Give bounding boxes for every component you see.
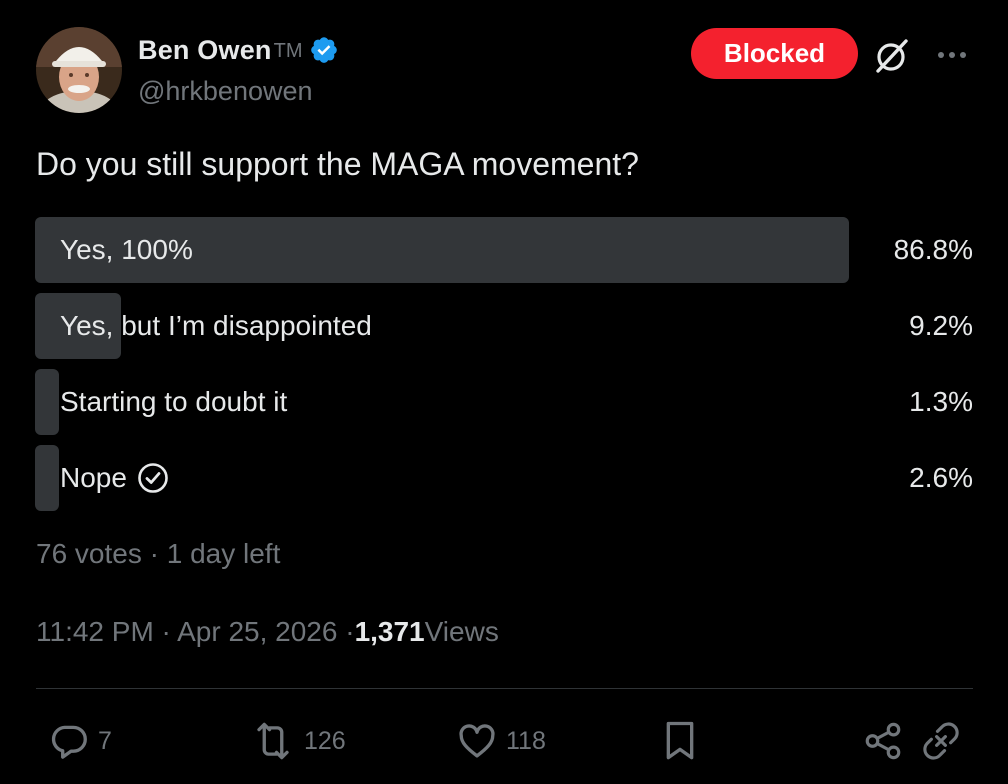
poll-option-text: Starting to doubt it <box>60 386 288 417</box>
grok-icon[interactable] <box>872 36 912 76</box>
reply-button[interactable]: 7 <box>48 718 112 764</box>
poll-option-percent: 2.6% <box>909 462 973 493</box>
poll-option-label: Yes, but I’m disappointed <box>60 293 372 359</box>
poll-option[interactable]: Starting to doubt it 1.3% <box>35 369 973 435</box>
bookmark-icon <box>660 719 700 763</box>
blocked-button[interactable]: Blocked <box>691 28 858 79</box>
poll-option-percent: 1.3% <box>909 386 973 417</box>
link-x-icon <box>920 720 962 762</box>
poll-option[interactable]: Nope 2.6% <box>35 445 973 511</box>
poll-option-percent: 86.8% <box>893 234 973 265</box>
retweet-icon <box>250 720 296 762</box>
divider <box>36 688 973 689</box>
poll-option-label: Starting to doubt it <box>60 369 287 435</box>
views-count: 1,371 <box>354 616 425 647</box>
poll-option-percent: 9.2% <box>909 310 973 341</box>
poll-bar <box>35 369 59 435</box>
poll-option[interactable]: Yes, but I’m disappointed 9.2% <box>35 293 973 359</box>
tweet-time-date[interactable]: 11:42 PM · Apr 25, 2026 · <box>36 616 355 648</box>
avatar[interactable] <box>36 27 122 113</box>
tweet-timestamp-row: 11:42 PM · Apr 25, 2026 · 1,371 Views <box>36 616 499 648</box>
like-button[interactable]: 118 <box>456 718 546 764</box>
share-icon <box>862 720 904 762</box>
views-label: Views <box>424 616 499 647</box>
poll-option[interactable]: Yes, 100% 86.8% <box>35 217 973 283</box>
voted-check-icon <box>137 462 169 494</box>
poll-option-label: Yes, 100% <box>60 217 193 283</box>
retweet-button[interactable]: 126 <box>250 718 346 764</box>
author-handle[interactable]: @hrkbenowen <box>138 76 313 107</box>
heart-icon <box>456 720 498 762</box>
bookmark-button[interactable] <box>660 718 700 764</box>
more-icon[interactable] <box>932 40 972 70</box>
poll-option-text: Yes, 100% <box>60 234 193 265</box>
author-name-row[interactable]: Ben Owen TM <box>138 30 339 70</box>
author-display-name[interactable]: Ben Owen <box>138 35 272 66</box>
like-count: 118 <box>506 726 546 755</box>
retweet-count: 126 <box>304 726 346 755</box>
poll-option-text: Yes, but I’m disappointed <box>60 310 372 341</box>
extension-button[interactable] <box>920 718 962 764</box>
share-button[interactable] <box>862 718 904 764</box>
poll-option-label: Nope <box>60 445 169 511</box>
trademark-suffix: TM <box>273 39 303 62</box>
reply-icon <box>48 720 90 762</box>
verified-badge-icon <box>309 35 339 65</box>
tweet-question-text: Do you still support the MAGA movement? <box>36 146 639 182</box>
poll-bar <box>35 445 60 511</box>
poll-option-text: Nope <box>60 462 127 493</box>
poll-votes-and-time-left: 76 votes · 1 day left <box>36 538 281 569</box>
reply-count: 7 <box>98 726 112 755</box>
